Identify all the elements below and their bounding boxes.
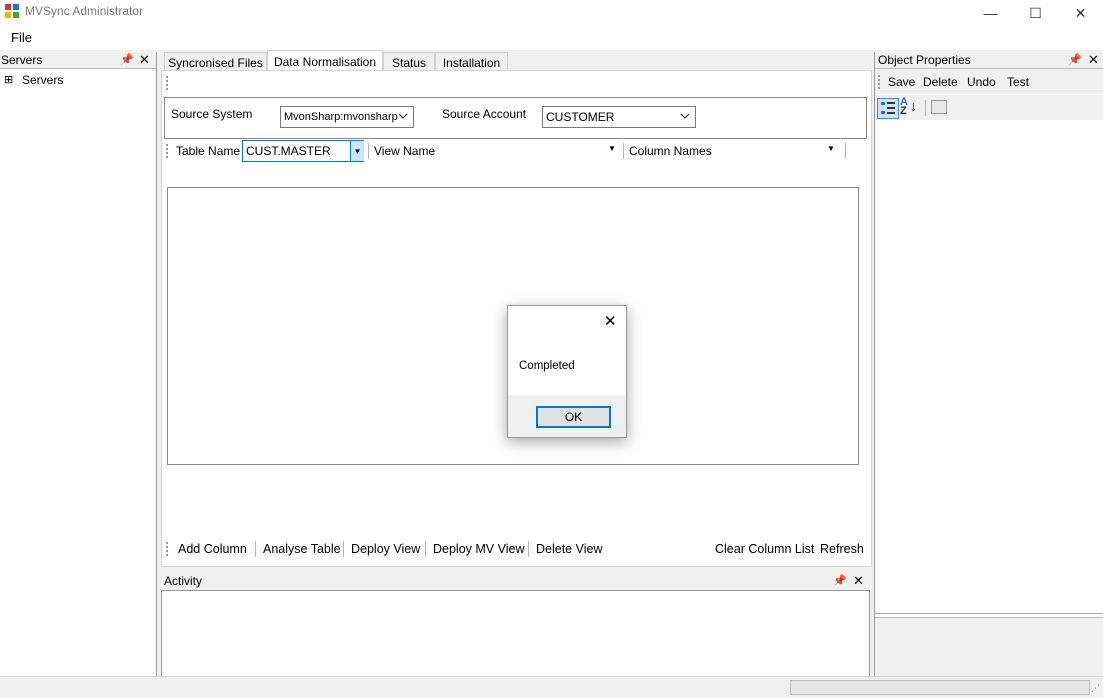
chevron-down-icon [398, 110, 408, 124]
servers-panel-title: Servers [1, 53, 43, 67]
divider [875, 613, 1103, 614]
deploy-view-button[interactable]: Deploy View [351, 542, 420, 556]
categorized-button[interactable] [877, 98, 899, 119]
toolbar-grip[interactable] [166, 144, 170, 158]
tab-installation[interactable]: Installation [435, 52, 508, 72]
dropdown-arrow-icon: ▼ [827, 144, 835, 153]
maximize-icon: ☐ [1029, 4, 1042, 21]
property-description-area [875, 617, 1103, 676]
column-names-label: Column Names [629, 144, 712, 158]
dropdown-arrow-icon[interactable]: ▼ [350, 141, 364, 161]
menu-bar [0, 26, 1103, 50]
dialog-message: Completed [519, 360, 575, 372]
toolbar-separator [528, 541, 529, 557]
source-account-select[interactable]: CUSTOMER [542, 106, 696, 128]
props-undo-button[interactable]: Undo [967, 75, 996, 89]
properties-panel-title: Object Properties [878, 53, 971, 67]
pin-icon[interactable]: 📌 [1068, 53, 1082, 66]
close-icon: ✕ [1074, 4, 1087, 21]
minimize-icon: — [983, 5, 998, 21]
dialog-close-icon[interactable]: ✕ [604, 312, 617, 330]
toolbar-grip[interactable] [878, 75, 882, 89]
clear-column-list-button[interactable]: Clear Column List [715, 542, 814, 556]
view-name-select[interactable]: ▼ [438, 141, 618, 161]
toolbar-separator [368, 143, 369, 159]
source-system-select[interactable]: MvonSharp:mvonsharp [280, 106, 414, 128]
view-name-label: View Name [374, 144, 436, 158]
delete-view-button[interactable]: Delete View [536, 542, 602, 556]
message-dialog: ✕ Completed OK [507, 305, 627, 438]
servers-panel [0, 52, 157, 676]
toolbar-separator [343, 541, 344, 557]
props-save-button[interactable]: Save [888, 75, 915, 89]
tab-syncronised-files[interactable]: Syncronised Files [164, 52, 267, 72]
categorized-icon [881, 102, 895, 114]
source-account-label: Source Account [442, 107, 527, 121]
close-activity-panel-icon[interactable]: ✕ [853, 573, 864, 589]
pin-icon[interactable]: 📌 [833, 574, 847, 587]
title-bar [0, 0, 1103, 26]
source-system-value: MvonSharp:mvonsharp [284, 111, 398, 123]
toolbar-separator [845, 143, 846, 159]
props-test-button[interactable]: Test [1007, 75, 1029, 89]
source-system-label: Source System [171, 107, 253, 121]
toolbar-grip[interactable] [166, 542, 170, 556]
app-icon [5, 4, 19, 18]
props-delete-button[interactable]: Delete [923, 75, 958, 89]
resize-grip-icon[interactable]: ⋰ [1091, 683, 1100, 694]
toolbar-grip[interactable] [166, 76, 170, 90]
chevron-down-icon [680, 110, 690, 124]
toolbar-separator [925, 100, 926, 116]
sort-arrow-icon: ↓ [910, 98, 917, 114]
menu-file[interactable]: File [11, 30, 32, 45]
toolbar-separator [623, 143, 624, 159]
table-name-value: CUST.MASTER [246, 144, 331, 158]
activity-panel-title: Activity [164, 574, 203, 588]
alphabetical-sort-icon[interactable]: AZ [900, 97, 908, 117]
analyse-table-button[interactable]: Analyse Table [263, 542, 341, 556]
toolbar-separator [255, 541, 256, 557]
tab-status[interactable]: Status [383, 52, 435, 72]
ok-button[interactable]: OK [536, 406, 611, 428]
close-properties-panel-icon[interactable]: ✕ [1088, 52, 1099, 68]
tab-data-normalisation[interactable]: Data Normalisation [267, 50, 383, 72]
add-column-button[interactable]: Add Column [178, 542, 247, 556]
dropdown-arrow-icon: ▼ [608, 144, 616, 153]
table-name-select[interactable]: CUST.MASTER ▼ [242, 140, 364, 162]
refresh-button[interactable]: Refresh [820, 542, 864, 556]
minimize-button[interactable]: — [968, 0, 1013, 26]
deploy-mv-view-button[interactable]: Deploy MV View [433, 542, 524, 556]
close-window-button[interactable]: ✕ [1058, 0, 1103, 26]
close-servers-panel-icon[interactable]: ✕ [139, 52, 150, 68]
toolbar-separator [425, 541, 426, 557]
window-title: MVSync Administrator [25, 4, 144, 18]
property-pages-icon[interactable] [931, 100, 947, 114]
source-account-value: CUSTOMER [546, 110, 615, 124]
activity-panel-header [161, 572, 869, 589]
maximize-button[interactable]: ☐ [1013, 0, 1058, 26]
column-names-select[interactable]: ▼ [716, 141, 838, 161]
activity-log[interactable] [161, 590, 870, 678]
object-properties-panel [874, 52, 1103, 676]
tree-item-servers[interactable]: Servers [22, 73, 63, 87]
expand-icon[interactable]: ⊞ [4, 73, 13, 86]
pin-icon[interactable]: 📌 [120, 53, 134, 66]
table-name-label: Table Name [176, 144, 241, 158]
status-progress-bar [790, 680, 1090, 695]
